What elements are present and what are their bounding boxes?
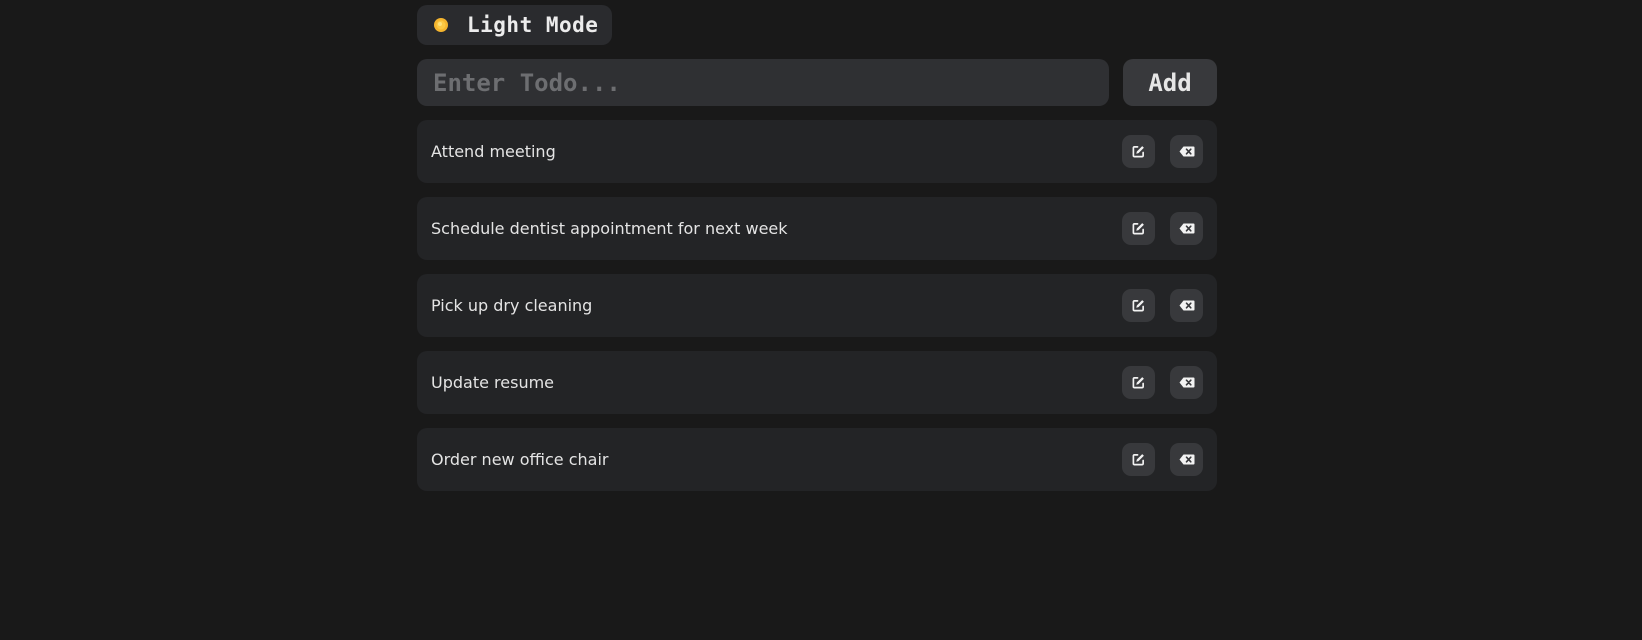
edit-button[interactable] [1122, 366, 1155, 399]
theme-toggle-label: Light Mode [467, 13, 599, 37]
backspace-icon [1179, 454, 1194, 465]
delete-button[interactable] [1170, 366, 1203, 399]
todo-text: Order new office chair [431, 450, 609, 469]
delete-button[interactable] [1170, 443, 1203, 476]
backspace-icon [1179, 300, 1194, 311]
sun-icon [433, 17, 449, 33]
delete-button[interactable] [1170, 289, 1203, 322]
todo-item: Attend meeting [417, 120, 1217, 183]
todo-list: Attend meeting Schedule dentist appointm… [417, 120, 1217, 491]
todo-item: Pick up dry cleaning [417, 274, 1217, 337]
edit-button[interactable] [1122, 289, 1155, 322]
todo-item: Schedule dentist appointment for next we… [417, 197, 1217, 260]
add-todo-form: Add [417, 59, 1217, 106]
edit-icon [1132, 300, 1144, 312]
todo-input[interactable] [417, 59, 1109, 106]
todo-item: Order new office chair [417, 428, 1217, 491]
delete-button[interactable] [1170, 135, 1203, 168]
edit-button[interactable] [1122, 212, 1155, 245]
todo-text: Attend meeting [431, 142, 556, 161]
edit-icon [1132, 223, 1144, 235]
backspace-icon [1179, 223, 1194, 234]
edit-button[interactable] [1122, 443, 1155, 476]
todo-item: Update resume [417, 351, 1217, 414]
todo-text: Schedule dentist appointment for next we… [431, 219, 788, 238]
edit-icon [1132, 146, 1144, 158]
edit-icon [1132, 454, 1144, 466]
add-button[interactable]: Add [1123, 59, 1217, 106]
todo-app: Light Mode Add Attend meeting Schedule d… [417, 5, 1217, 505]
delete-button[interactable] [1170, 212, 1203, 245]
todo-text: Update resume [431, 373, 555, 392]
backspace-icon [1179, 377, 1194, 388]
edit-icon [1132, 377, 1144, 389]
todo-text: Pick up dry cleaning [431, 296, 593, 315]
theme-toggle-button[interactable]: Light Mode [417, 5, 613, 45]
edit-button[interactable] [1122, 135, 1155, 168]
backspace-icon [1179, 146, 1194, 157]
